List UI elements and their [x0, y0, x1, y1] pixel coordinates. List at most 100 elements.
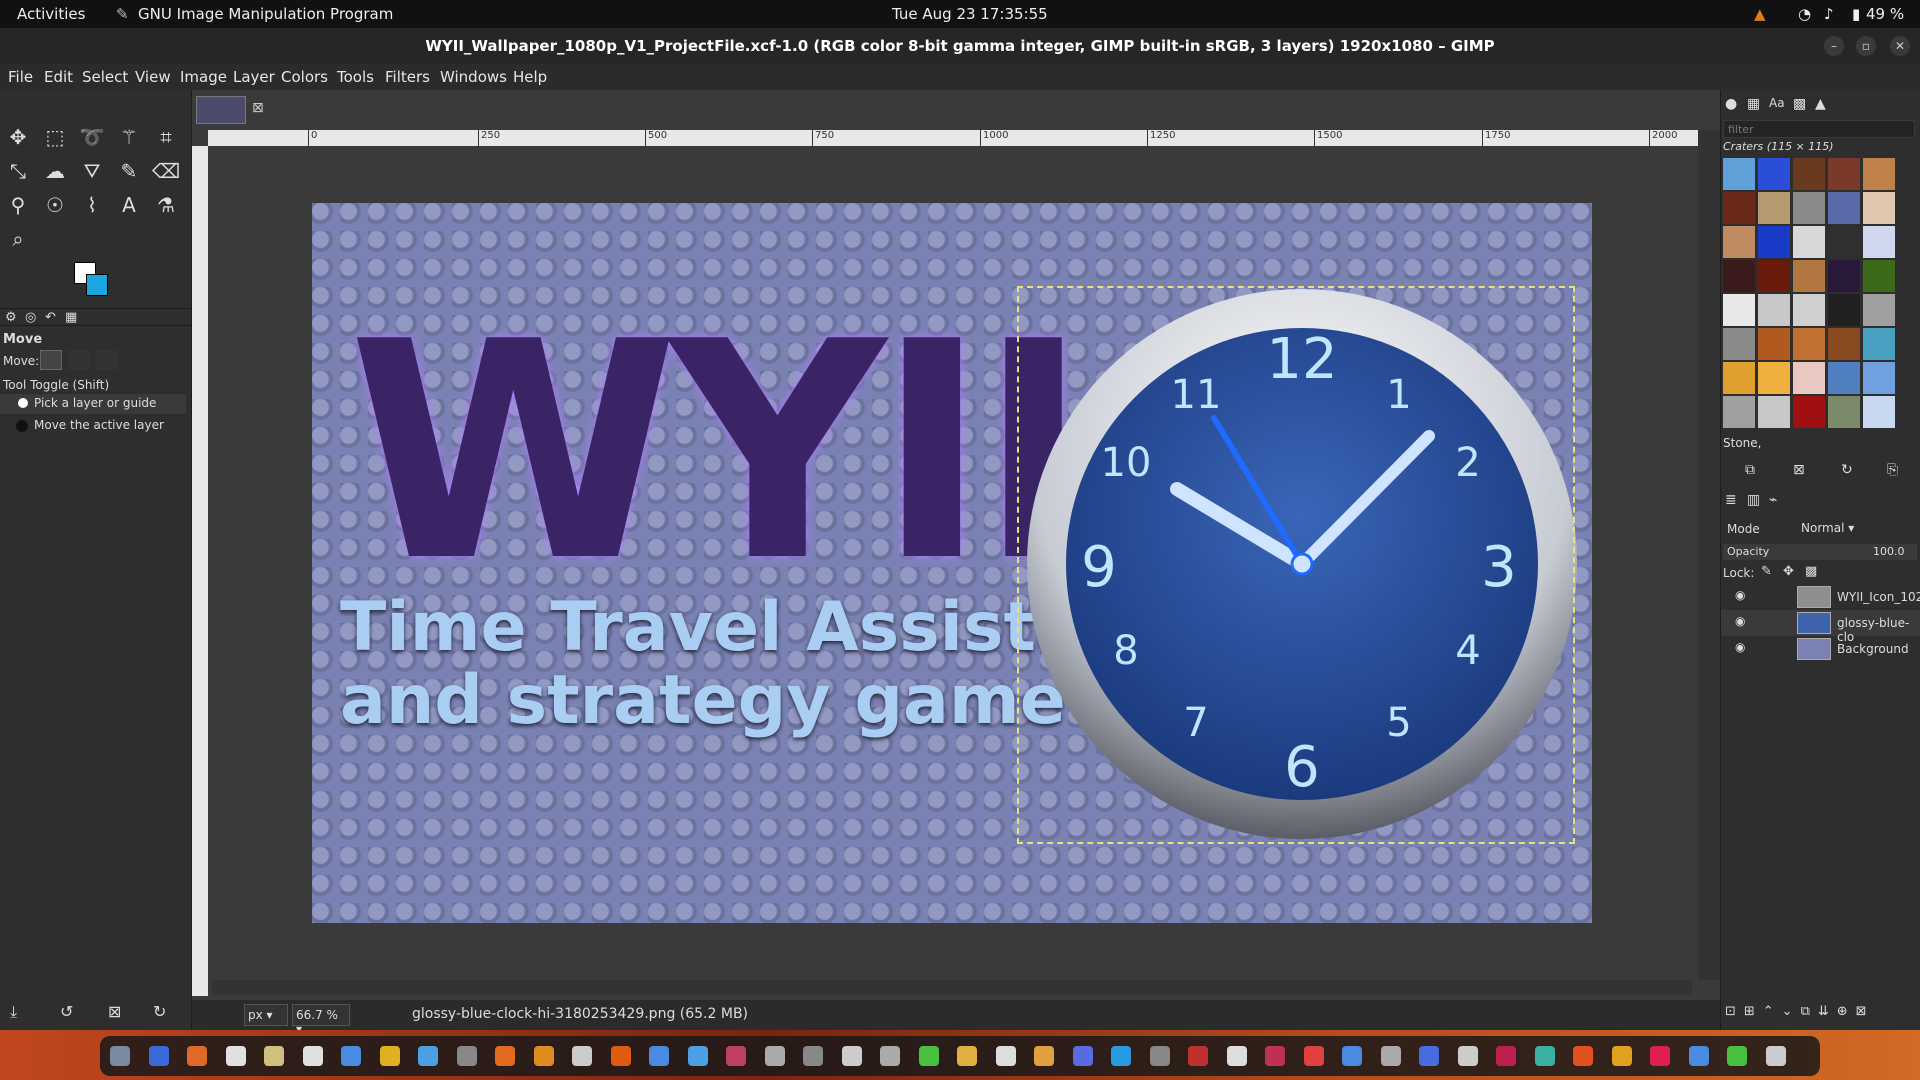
dock-app-icon[interactable]	[533, 1046, 554, 1066]
dock-app-icon[interactable]	[148, 1046, 169, 1066]
background-color-swatch[interactable]	[86, 274, 108, 296]
dock-app-icon[interactable]	[1534, 1046, 1555, 1066]
dock-app-icon[interactable]	[187, 1046, 207, 1066]
dock-app-icon[interactable]	[1149, 1046, 1170, 1066]
dock-app-icon[interactable]	[1380, 1046, 1401, 1066]
dock-app-icon[interactable]	[1573, 1046, 1593, 1066]
pattern-swatch[interactable]	[1793, 260, 1825, 292]
pattern-swatch[interactable]	[1758, 362, 1790, 394]
menu-tools[interactable]: Tools	[337, 68, 374, 86]
dock-app-icon[interactable]	[764, 1046, 785, 1066]
menu-filters[interactable]: Filters	[385, 68, 430, 86]
dock-app-icon[interactable]	[1496, 1046, 1516, 1066]
pattern-swatch[interactable]	[1863, 328, 1895, 360]
paths-tab-icon[interactable]: ⌁	[1769, 492, 1777, 508]
dock-app-icon[interactable]	[918, 1046, 939, 1066]
dock-app-icon[interactable]	[610, 1046, 631, 1066]
option-pick-layer[interactable]: Pick a layer or guide	[0, 394, 186, 414]
move-tool-icon[interactable]: ✥	[3, 122, 33, 152]
pattern-swatch[interactable]	[1863, 294, 1895, 326]
pattern-swatch[interactable]	[1828, 294, 1860, 326]
horizontal-scrollbar[interactable]	[212, 980, 1692, 994]
dock-app-icon[interactable]	[1342, 1046, 1362, 1066]
dock-app-icon[interactable]	[572, 1046, 592, 1066]
menu-edit[interactable]: Edit	[44, 68, 73, 86]
smudge-icon[interactable]: ☉	[40, 190, 70, 220]
pattern-swatch[interactable]	[1793, 226, 1825, 258]
tool-options-tab-icon[interactable]: ⚙	[5, 310, 17, 325]
transform-icon[interactable]: ⤡	[3, 156, 33, 186]
close-image-tab-icon[interactable]: ⊠	[252, 100, 264, 116]
pattern-swatch[interactable]	[1793, 362, 1825, 394]
pattern-swatch[interactable]	[1758, 294, 1790, 326]
dock-app-icon[interactable]	[1650, 1046, 1670, 1066]
layers-tab-icon[interactable]: ≣	[1725, 492, 1737, 508]
activities-button[interactable]: Activities	[17, 5, 85, 23]
pattern-swatch[interactable]	[1758, 328, 1790, 360]
dock-app-icon[interactable]	[1034, 1046, 1054, 1066]
radio-unselected[interactable]	[16, 420, 28, 432]
bucket-fill-icon[interactable]: ⛛	[77, 156, 107, 186]
lock-pixels-icon[interactable]: ✎	[1761, 564, 1772, 579]
dock-app-icon[interactable]	[957, 1046, 977, 1066]
wifi-icon[interactable]: ◔	[1798, 5, 1811, 23]
lasso-icon[interactable]: ➰	[77, 122, 107, 152]
image-canvas[interactable]: WYII Time Travel Assistant and strategy …	[312, 203, 1592, 923]
pattern-swatch[interactable]	[1723, 396, 1755, 428]
dock-app-icon[interactable]	[341, 1046, 361, 1066]
zoom-dropdown[interactable]: 66.7 % ▾	[292, 1004, 350, 1036]
paint-dynamics-tab-icon[interactable]: ▲	[1815, 96, 1826, 112]
fuzzy-select-icon[interactable]: ⚚	[114, 122, 144, 152]
dock-app-icon[interactable]	[302, 1046, 323, 1066]
menu-colors[interactable]: Colors	[281, 68, 328, 86]
dock-app-icon[interactable]	[1265, 1046, 1285, 1066]
dock-app-icon[interactable]	[1226, 1046, 1247, 1066]
image-tab-thumbnail[interactable]	[196, 96, 246, 124]
delete-pattern-icon[interactable]: ⊠	[1793, 462, 1805, 478]
layer-actions-toolbar[interactable]: ⊡⊞⌃⌄⧉⇊⊕⊠	[1725, 1004, 1875, 1019]
dock-app-icon[interactable]	[110, 1046, 130, 1066]
zoom-icon[interactable]: ⌕	[3, 224, 33, 254]
unit-dropdown[interactable]: px ▾	[244, 1004, 288, 1026]
pattern-swatch[interactable]	[1863, 260, 1895, 292]
menu-file[interactable]: File	[8, 68, 33, 86]
close-button[interactable]: ✕	[1890, 36, 1910, 56]
dock-app-icon[interactable]	[803, 1046, 823, 1066]
horizontal-ruler[interactable]: 0 250 500 750 1000 1250 1500 1750 2000	[208, 130, 1698, 146]
pattern-swatch[interactable]	[1793, 328, 1825, 360]
dock-app-icon[interactable]	[726, 1046, 746, 1066]
channels-tab-icon[interactable]: ▥	[1747, 492, 1760, 508]
pattern-swatch[interactable]	[1828, 362, 1860, 394]
pattern-swatch[interactable]	[1828, 192, 1860, 224]
pattern-swatch[interactable]	[1723, 362, 1755, 394]
warp-icon[interactable]: ☁	[40, 156, 70, 186]
menu-help[interactable]: Help	[513, 68, 547, 86]
dock-app-icon[interactable]	[995, 1046, 1016, 1066]
maximize-button[interactable]: ▫	[1856, 36, 1876, 56]
eye-icon[interactable]: ◉	[1735, 588, 1745, 602]
pattern-swatch[interactable]	[1758, 192, 1790, 224]
images-tab-icon[interactable]: ▦	[65, 310, 77, 325]
update-icon[interactable]: ▲	[1754, 5, 1766, 23]
pattern-swatch[interactable]	[1758, 396, 1790, 428]
dock-app-icon[interactable]	[841, 1046, 862, 1066]
volume-icon[interactable]: ♪	[1824, 5, 1834, 23]
dock-app-icon[interactable]	[880, 1046, 900, 1066]
radio-selected[interactable]	[18, 398, 28, 408]
minimize-button[interactable]: –	[1824, 36, 1844, 56]
opacity-slider[interactable]: Opacity 100.0	[1723, 544, 1917, 560]
app-menu[interactable]: GNU Image Manipulation Program	[138, 5, 393, 23]
restore-options-icon[interactable]: ↺	[60, 1002, 73, 1021]
dock-app-icon[interactable]	[1303, 1046, 1324, 1066]
pattern-swatch[interactable]	[1793, 294, 1825, 326]
battery-icon[interactable]: ▮	[1852, 5, 1860, 23]
open-as-image-icon[interactable]: ⎘	[1887, 462, 1898, 478]
dock-app-icon[interactable]	[379, 1046, 400, 1066]
pattern-swatch[interactable]	[1863, 362, 1895, 394]
pattern-swatch[interactable]	[1828, 226, 1860, 258]
save-options-icon[interactable]: ⤓	[10, 1002, 17, 1022]
pattern-filter-input[interactable]: filter	[1723, 120, 1915, 138]
dock-app-icon[interactable]	[1765, 1046, 1786, 1066]
mode-dropdown[interactable]: Normal ▾	[1801, 518, 1871, 538]
pattern-swatch[interactable]	[1828, 328, 1860, 360]
